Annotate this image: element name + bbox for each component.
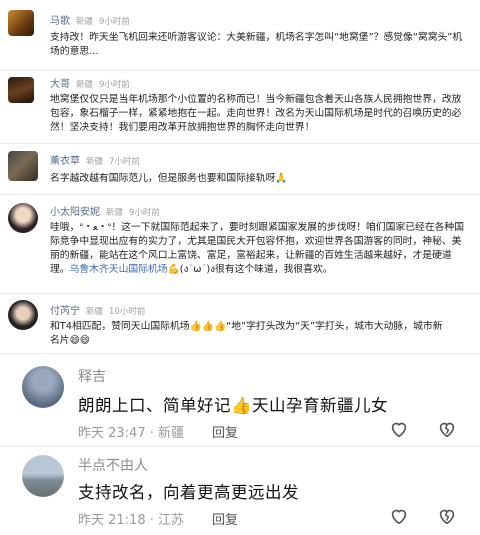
- avatar[interactable]: [22, 366, 64, 408]
- comment-location: 新疆: [86, 307, 104, 317]
- comment-author[interactable]: 薰衣草 新疆 7小时前: [50, 152, 140, 167]
- comment-author[interactable]: 付芮宁 新疆 10小时前: [50, 302, 145, 317]
- comment-card: 大哥 新疆 9小时前 地窝堡仅仅只是当年机场那个小位置的名称而已！当今新疆包含着天山…: [0, 71, 480, 143]
- comment-card: 马歌 新疆 9小时前 支持改！昨天坐飞机回来还听游客议论：大美新疆，机场名字怎叫“地…: [0, 0, 480, 70]
- comment-text: 和T4相匹配，赞同天山国际机场👍👍👍“地”字打头改为“天”字打头，城市大动脉，城…: [50, 321, 443, 346]
- avatar[interactable]: [8, 77, 34, 103]
- comment-author[interactable]: 半点不由人: [78, 455, 148, 475]
- comment-text: 哇哦，ᐡ・ﻌ・ᐡ！这一下就国际范起来了，要时刻跟紧国家发展的步伐呀！咱们国家已经…: [50, 221, 470, 277]
- comment-time: 9小时前: [129, 208, 160, 218]
- comment-author[interactable]: 马歌 新疆 9小时前: [50, 12, 130, 27]
- broken-heart-icon[interactable]: [436, 505, 458, 527]
- comment-time: 10小时前: [109, 307, 146, 317]
- comment-time: 9小时前: [99, 17, 130, 27]
- comment-meta: 昨天 23:47 · 新疆: [78, 426, 184, 441]
- comment-card: 小太阳安妮 新疆 9小时前 哇哦，ᐡ・ﻌ・ᐡ！这一下就国际范起来了，要时刻跟紧国家发…: [0, 195, 480, 293]
- comment-text: 朗朗上口、简单好记👍天山孕育新疆儿女: [78, 396, 389, 415]
- avatar[interactable]: [8, 203, 38, 233]
- comment-location: 新疆: [86, 157, 104, 167]
- comment-meta: 昨天 21:18 · 江苏: [78, 513, 184, 528]
- comment-card-large: 释吉 朗朗上口、简单好记👍天山孕育新疆儿女 昨天 23:47 · 新疆 回复: [0, 354, 480, 446]
- comment-author[interactable]: 释吉: [78, 366, 106, 386]
- comment-card-large: 半点不由人 支持改名，向着更高更远出发 昨天 21:18 · 江苏 回复: [0, 447, 480, 535]
- reply-button[interactable]: 回复: [212, 509, 238, 528]
- comment-text: 地窝堡仅仅只是当年机场那个小位置的名称而已！当今新疆包含着天山各族人民拥抱世界，…: [50, 94, 462, 133]
- comment-text: 支持改！昨天坐飞机回来还听游客议论：大美新疆，机场名字怎叫“地窝堡”？感觉像“窝…: [50, 32, 463, 57]
- avatar[interactable]: [8, 10, 34, 36]
- broken-heart-icon[interactable]: [436, 418, 458, 440]
- comment-card: 付芮宁 新疆 10小时前 和T4相匹配，赞同天山国际机场👍👍👍“地”字打头改为“天”…: [0, 294, 480, 353]
- comment-author[interactable]: 小太阳安妮 新疆 9小时前: [50, 203, 160, 218]
- comment-card: 薰衣草 新疆 7小时前 名字越改越有国际范儿，但是服务也要和国际接轨呀🙏: [0, 144, 480, 194]
- comment-text: 名字越改越有国际范儿，但是服务也要和国际接轨呀🙏: [50, 173, 288, 184]
- comment-time: 7小时前: [109, 157, 140, 167]
- reply-button[interactable]: 回复: [212, 422, 238, 441]
- comment-text: 支持改名，向着更高更远出发: [78, 483, 299, 502]
- comment-location: 新疆: [76, 80, 94, 90]
- comment-author[interactable]: 大哥 新疆 9小时前: [50, 75, 130, 90]
- avatar[interactable]: [22, 455, 64, 497]
- airport-link[interactable]: 乌鲁木齐天山国际机场: [70, 264, 168, 275]
- comment-location: 新疆: [76, 17, 94, 27]
- heart-icon[interactable]: [388, 418, 410, 440]
- comment-time: 9小时前: [99, 80, 130, 90]
- comment-text-tail: 💪(ง˙ω˙)ง很有这个味道，我很喜欢。: [167, 264, 333, 275]
- comment-location: 新疆: [106, 208, 124, 218]
- avatar[interactable]: [8, 151, 38, 181]
- comment-feed: 马歌 新疆 9小时前 支持改！昨天坐飞机回来还听游客议论：大美新疆，机场名字怎叫“地…: [0, 0, 480, 535]
- heart-icon[interactable]: [388, 505, 410, 527]
- avatar[interactable]: [8, 300, 38, 330]
